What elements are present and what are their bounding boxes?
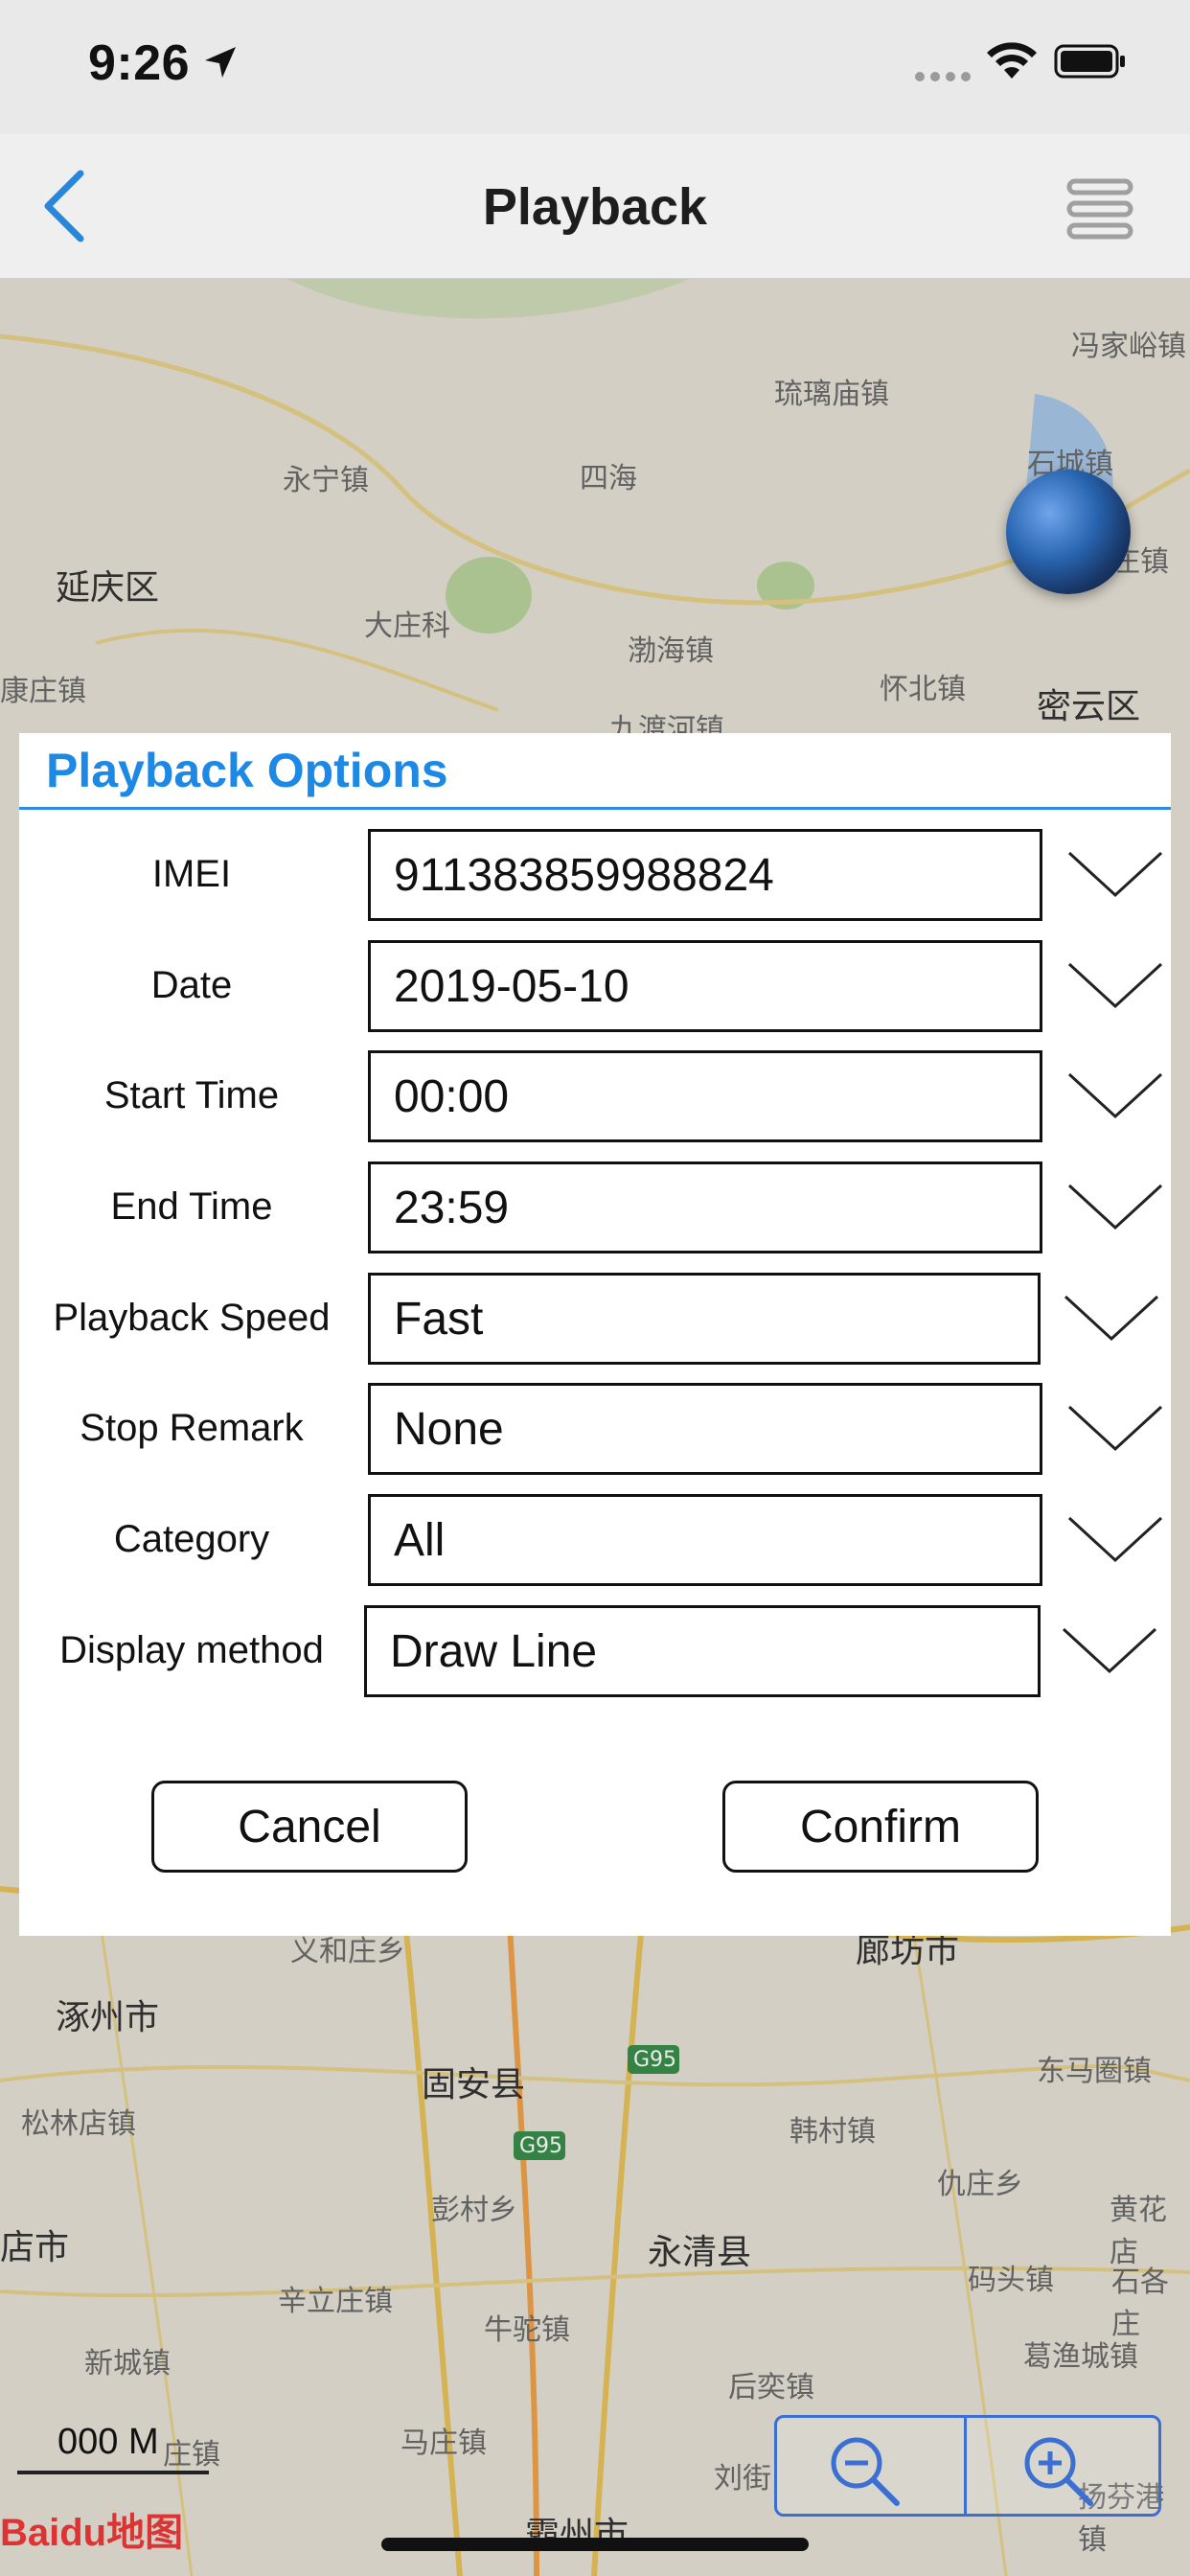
category-label: Category xyxy=(113,1518,270,1560)
imei-field[interactable]: 911383859988824 xyxy=(368,829,1042,921)
date-label: Date xyxy=(150,964,233,1006)
dialog-divider xyxy=(19,807,1171,810)
start-time-dropdown-chevron-icon[interactable] xyxy=(1065,1067,1165,1124)
battery-icon xyxy=(1054,44,1125,79)
end-time-dropdown-chevron-icon[interactable] xyxy=(1065,1178,1165,1235)
cancel-button[interactable]: Cancel xyxy=(151,1781,468,1873)
end-time-label: End Time xyxy=(110,1185,273,1228)
home-indicator[interactable] xyxy=(381,2538,809,2551)
location-arrow-icon xyxy=(205,47,236,78)
date-field[interactable]: 2019-05-10 xyxy=(368,940,1042,1032)
confirm-button[interactable]: Confirm xyxy=(722,1781,1039,1873)
map-scale-bar xyxy=(17,2471,209,2474)
stop-remark-label: Stop Remark xyxy=(80,1407,304,1449)
imei-dropdown-chevron-icon[interactable] xyxy=(1065,845,1165,903)
start-time-field[interactable]: 00:00 xyxy=(368,1050,1042,1142)
display-method-label: Display method xyxy=(59,1629,324,1671)
playback-speed-dropdown-chevron-icon[interactable] xyxy=(1062,1289,1161,1346)
cellular-dots-icon xyxy=(915,69,976,86)
imei-label: IMEI xyxy=(151,853,232,895)
wifi-icon xyxy=(987,42,1037,79)
dialog-title: Playback Options xyxy=(46,744,448,797)
category-dropdown-chevron-icon[interactable] xyxy=(1065,1510,1165,1568)
end-time-field[interactable]: 23:59 xyxy=(368,1162,1042,1254)
playback-speed-label: Playback Speed xyxy=(53,1297,331,1339)
status-time: 9:26 xyxy=(88,35,191,91)
stop-remark-dropdown-chevron-icon[interactable] xyxy=(1065,1399,1165,1457)
zoom-divider xyxy=(964,2415,967,2517)
page-title: Playback xyxy=(482,178,708,236)
date-dropdown-chevron-icon[interactable] xyxy=(1065,956,1165,1014)
hamburger-menu-icon[interactable] xyxy=(1065,175,1134,242)
stop-remark-field[interactable]: None xyxy=(368,1383,1042,1475)
playback-speed-field[interactable]: Fast xyxy=(368,1273,1041,1365)
display-method-dropdown-chevron-icon[interactable] xyxy=(1060,1622,1159,1679)
category-field[interactable]: All xyxy=(368,1494,1042,1586)
baidu-logo: Baidu地图 xyxy=(0,2512,184,2554)
zoom-in-icon[interactable] xyxy=(1016,2430,1102,2507)
start-time-label: Start Time xyxy=(103,1074,280,1116)
display-method-field[interactable]: Draw Line xyxy=(364,1605,1041,1697)
map-scale-label: 000 M xyxy=(57,2422,159,2462)
zoom-out-icon[interactable] xyxy=(822,2430,908,2507)
